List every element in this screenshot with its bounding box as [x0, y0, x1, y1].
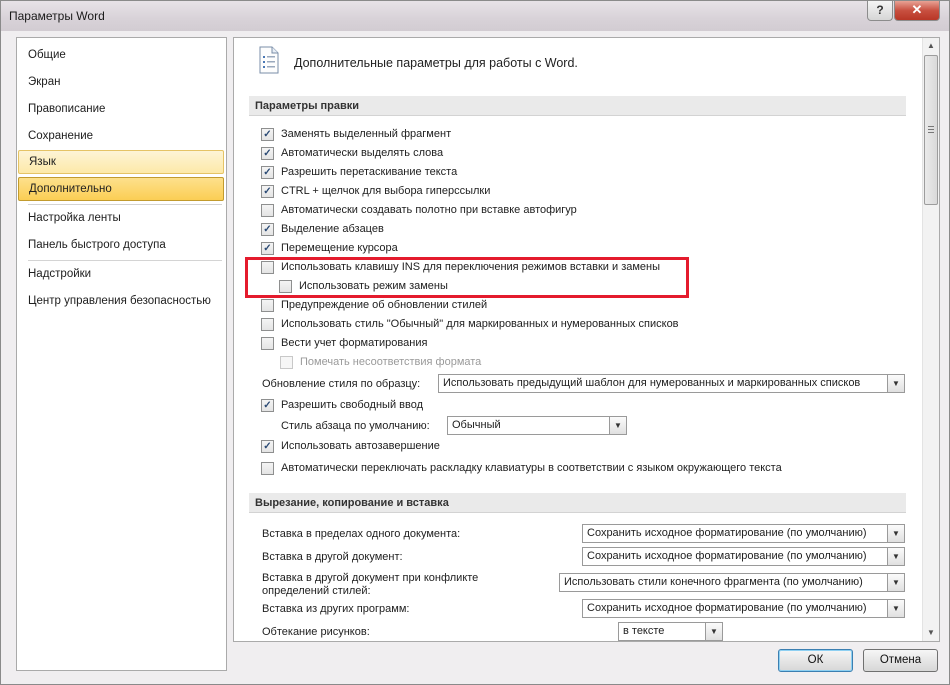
section-header-cut-copy-paste: Вырезание, копирование и вставка	[249, 493, 906, 513]
paste-within-document-dropdown[interactable]: Сохранить исходное форматирование (по ум…	[582, 524, 905, 543]
checkbox[interactable]: ✓	[261, 128, 274, 141]
word-options-dialog: Параметры Word ? ✕ Общие Экран Правописа…	[0, 0, 950, 685]
dropdown-value: в тексте	[623, 625, 665, 637]
paste-style-conflict-dropdown[interactable]: Использовать стили конечного фрагмента (…	[559, 573, 905, 592]
checkbox[interactable]	[261, 462, 274, 475]
window-title: Параметры Word	[9, 9, 105, 23]
option-label: CTRL + щелчок для выбора гиперссылки	[281, 185, 491, 197]
chevron-down-icon[interactable]: ▼	[887, 375, 904, 392]
checkbox[interactable]: ✓	[261, 166, 274, 179]
sidebar-item-general[interactable]: Общие	[17, 43, 226, 67]
dropdown-value: Использовать стили конечного фрагмента (…	[564, 576, 863, 588]
close-button[interactable]: ✕	[894, 1, 940, 21]
grip-line	[928, 126, 934, 127]
option-label: Выделение абзацев	[281, 223, 384, 235]
checkbox[interactable]: ✓	[261, 440, 274, 453]
sidebar-divider	[28, 204, 222, 205]
sidebar-item-save[interactable]: Сохранение	[17, 124, 226, 148]
vertical-scrollbar[interactable]: ▲ ▼	[922, 38, 939, 641]
dropdown-value: Использовать предыдущий шаблон для нумер…	[443, 377, 861, 389]
paste-other-document-label: Вставка в другой документ:	[262, 551, 403, 563]
dropdown-value: Сохранить исходное форматирование (по ум…	[587, 550, 867, 562]
picture-wrap-dropdown[interactable]: в тексте ▼	[618, 622, 723, 641]
option-label: Использовать автозавершение	[281, 440, 440, 452]
sidebar-item-advanced[interactable]: Дополнительно	[18, 177, 224, 201]
chevron-down-icon[interactable]: ▼	[887, 600, 904, 617]
paste-other-programs-dropdown[interactable]: Сохранить исходное форматирование (по ум…	[582, 599, 905, 618]
chevron-down-icon[interactable]: ▼	[887, 548, 904, 565]
sidebar-item-addins[interactable]: Надстройки	[17, 262, 226, 286]
paste-style-conflict-label-line2: определений стилей:	[262, 585, 371, 597]
chevron-down-icon[interactable]: ▼	[609, 417, 626, 434]
dropdown-value: Сохранить исходное форматирование (по ум…	[587, 602, 867, 614]
sidebar-item-trust-center[interactable]: Центр управления безопасностью	[17, 289, 226, 313]
checkbox[interactable]: ✓	[261, 399, 274, 412]
option-label: Перемещение курсора	[281, 242, 398, 254]
checkbox[interactable]: ✓	[261, 223, 274, 236]
red-highlight-box	[245, 257, 689, 298]
chevron-down-icon[interactable]: ▼	[705, 623, 722, 640]
checkbox	[280, 356, 293, 369]
paste-within-document-label: Вставка в пределах одного документа:	[262, 528, 461, 540]
paste-other-programs-label: Вставка из других программ:	[262, 603, 410, 615]
document-settings-icon	[259, 46, 279, 74]
scrollbar-thumb[interactable]	[924, 55, 938, 205]
grip-line	[928, 132, 934, 133]
option-label: Автоматически создавать полотно при вста…	[281, 204, 577, 216]
option-label: Использовать стиль "Обычный" для маркиро…	[281, 318, 679, 330]
scroll-up-arrow-icon[interactable]: ▲	[923, 38, 939, 54]
style-update-dropdown[interactable]: Использовать предыдущий шаблон для нумер…	[438, 374, 905, 393]
checkbox[interactable]: ✓	[261, 147, 274, 160]
checkbox[interactable]	[261, 318, 274, 331]
sidebar-divider	[28, 260, 222, 261]
dropdown-value: Обычный	[452, 419, 501, 431]
option-label: Автоматически выделять слова	[281, 147, 444, 159]
option-label: Автоматически переключать раскладку клав…	[281, 462, 782, 474]
sidebar-item-display[interactable]: Экран	[17, 70, 226, 94]
ok-button[interactable]: ОК	[778, 649, 853, 672]
cancel-button[interactable]: Отмена	[863, 649, 938, 672]
title-bar: Параметры Word ? ✕	[1, 1, 949, 31]
option-label: Вести учет форматирования	[281, 337, 428, 349]
picture-wrap-label: Обтекание рисунков:	[262, 626, 370, 638]
style-update-label: Обновление стиля по образцу:	[262, 378, 421, 390]
category-sidebar: Общие Экран Правописание Сохранение Язык…	[16, 37, 227, 671]
paste-other-document-dropdown[interactable]: Сохранить исходное форматирование (по ум…	[582, 547, 905, 566]
checkbox[interactable]: ✓	[261, 242, 274, 255]
default-paragraph-style-label: Стиль абзаца по умолчанию:	[281, 420, 430, 432]
sidebar-item-customize-ribbon[interactable]: Настройка ленты	[17, 206, 226, 230]
default-paragraph-style-dropdown[interactable]: Обычный ▼	[447, 416, 627, 435]
option-label: Помечать несоответствия формата	[300, 356, 482, 368]
option-label: Предупреждение об обновлении стилей	[281, 299, 488, 311]
grip-line	[928, 129, 934, 130]
chevron-down-icon[interactable]: ▼	[887, 525, 904, 542]
checkbox[interactable]	[261, 204, 274, 217]
option-label: Разрешить перетаскивание текста	[281, 166, 458, 178]
chevron-down-icon[interactable]: ▼	[887, 574, 904, 591]
checkbox[interactable]	[261, 337, 274, 350]
sidebar-item-quick-access[interactable]: Панель быстрого доступа	[17, 233, 226, 257]
help-button[interactable]: ?	[867, 1, 893, 21]
checkbox[interactable]	[261, 299, 274, 312]
option-label: Заменять выделенный фрагмент	[281, 128, 452, 140]
options-content-panel: Дополнительные параметры для работы с Wo…	[233, 37, 940, 642]
scroll-down-arrow-icon[interactable]: ▼	[923, 625, 939, 641]
page-title: Дополнительные параметры для работы с Wo…	[294, 56, 578, 70]
paste-style-conflict-label-line1: Вставка в другой документ при конфликте	[262, 572, 479, 584]
section-header-editing: Параметры правки	[249, 96, 906, 116]
dropdown-value: Сохранить исходное форматирование (по ум…	[587, 527, 867, 539]
sidebar-item-proofing[interactable]: Правописание	[17, 97, 226, 121]
option-label: Разрешить свободный ввод	[281, 399, 424, 411]
sidebar-item-language[interactable]: Язык	[18, 150, 224, 174]
checkbox[interactable]: ✓	[261, 185, 274, 198]
